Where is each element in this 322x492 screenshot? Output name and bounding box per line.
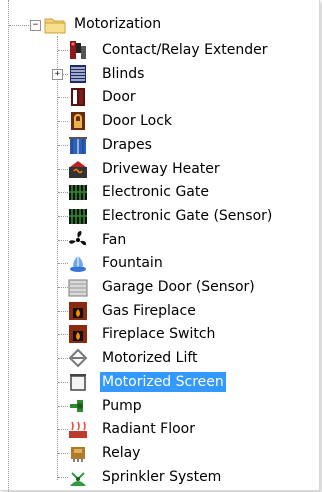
garage-door-icon [68, 279, 88, 297]
tree-item-label: Fan [102, 232, 127, 248]
tree-item[interactable]: Gas Fireplace [0, 299, 300, 323]
gas-fireplace-icon [69, 302, 87, 320]
tree-connector [58, 97, 68, 98]
tree-item[interactable]: Sprinkler System [0, 465, 300, 489]
tree-item-label: Garage Door (Sensor) [102, 279, 255, 295]
folder-icon [44, 18, 66, 34]
relay-extender-icon [70, 41, 86, 59]
tree-item-label: Driveway Heater [102, 161, 220, 177]
radiant-floor-icon [69, 421, 87, 438]
tree-item-label: Contact/Relay Extender [102, 42, 268, 58]
fan-icon [69, 231, 87, 246]
tree-item[interactable]: Electronic Gate (Sensor) [0, 204, 300, 228]
expand-icon[interactable]: + [52, 69, 63, 80]
collapse-icon[interactable]: − [30, 20, 41, 31]
tree-item-label: Pump [102, 398, 142, 414]
tree-item[interactable]: Drapes [0, 133, 300, 157]
tree-item-label: Electronic Gate (Sensor) [102, 208, 273, 224]
tree-connector [58, 382, 68, 383]
tree-item[interactable]: Motorized Screen [0, 370, 300, 394]
tree-item[interactable]: Motorized Lift [0, 346, 300, 370]
tree-item[interactable]: Relay [0, 441, 300, 465]
tree-item-label: Motorized Screen [100, 372, 226, 392]
tree-connector [58, 406, 68, 407]
tree-connector [58, 145, 68, 146]
tree-connector [58, 240, 68, 241]
tree-item[interactable]: Door Lock [0, 109, 300, 133]
door-lock-icon [71, 112, 85, 130]
tree-item-label: Door [102, 89, 136, 105]
sprinkler-icon [70, 472, 86, 486]
tree-connector [58, 121, 68, 122]
tree-item-label: Fireplace Switch [102, 326, 216, 342]
tree-item-label: Motorized Lift [102, 350, 198, 366]
electronic-gate-sensor-icon [69, 209, 87, 224]
tree-connector [58, 216, 68, 217]
tree-connector [58, 453, 68, 454]
tree-connector [58, 358, 68, 359]
fireplace-switch-icon [69, 325, 87, 343]
tree-item-label: Radiant Floor [102, 421, 195, 437]
tree-item[interactable]: Radiant Floor [0, 417, 300, 441]
tree-connector [58, 287, 68, 288]
tree-item-label: Door Lock [102, 113, 173, 129]
electronic-gate-icon [69, 185, 87, 200]
tree-item-label: Gas Fireplace [102, 303, 196, 319]
tree-connector [58, 311, 68, 312]
tree-item-label: Blinds [102, 66, 145, 82]
tree-connector [58, 263, 68, 264]
tree-item[interactable]: Fan [0, 228, 300, 252]
tree-item[interactable]: Fountain [0, 251, 300, 275]
tree-item-label: Relay [102, 445, 141, 461]
motorized-screen-icon [70, 374, 86, 391]
tree-connector [58, 334, 68, 335]
tree-item-label: Sprinkler System [102, 469, 222, 485]
tree-item[interactable]: Door [0, 85, 300, 109]
pump-icon [70, 400, 83, 412]
tree-item[interactable]: Garage Door (Sensor) [0, 275, 300, 299]
tree-item[interactable]: Driveway Heater [0, 157, 300, 181]
tree-connector [58, 477, 68, 478]
device-tree-panel: − Motorization Contact/Relay Extender + Bl… [0, 0, 320, 492]
tree-connector [58, 429, 68, 430]
tree-item[interactable]: Fireplace Switch [0, 322, 300, 346]
tree-node-motorization-label: Motorization [74, 16, 162, 32]
tree-connector [58, 50, 68, 51]
tree-item-label: Fountain [102, 255, 163, 271]
drapes-icon [69, 137, 87, 154]
door-icon [71, 88, 85, 106]
blinds-icon [70, 65, 86, 83]
tree-item[interactable]: Electronic Gate [0, 180, 300, 204]
driveway-heater-icon [69, 161, 87, 178]
tree-item-label: Electronic Gate [102, 184, 209, 200]
fountain-icon [70, 255, 86, 272]
tree-item[interactable]: + Blinds [0, 62, 300, 86]
tree-item[interactable]: Contact/Relay Extender [0, 38, 300, 62]
tree-item-label: Drapes [102, 137, 152, 153]
tree-item[interactable]: Pump [0, 394, 300, 418]
motorized-lift-icon [68, 348, 88, 368]
tree-connector [58, 192, 68, 193]
relay-icon [71, 447, 85, 462]
tree-connector [58, 169, 68, 170]
